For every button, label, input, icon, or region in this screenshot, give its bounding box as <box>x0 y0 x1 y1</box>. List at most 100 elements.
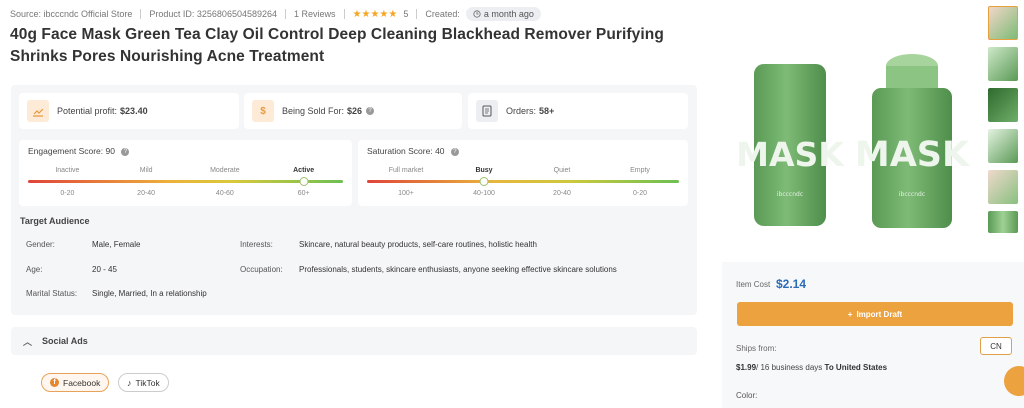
profit-label: Potential profit: <box>57 106 118 116</box>
saturation-value: 40 <box>435 146 445 156</box>
saturation-level-2: Quiet <box>553 167 571 174</box>
ships-from-country-button[interactable]: CN <box>980 337 1012 355</box>
interests-value: Skincare, natural beauty products, self-… <box>299 240 537 249</box>
created-value: a month ago <box>483 9 534 19</box>
target-audience-title: Target Audience <box>20 216 90 226</box>
engagement-range-3: 60+ <box>297 190 310 197</box>
shipping-price: $1.99 <box>736 363 757 372</box>
saturation-range-2: 20-40 <box>553 190 571 197</box>
engagement-score-title: Engagement Score: 90 ? <box>28 146 130 156</box>
marital-status-value: Single, Married, In a relationship <box>92 289 207 298</box>
dollar-icon: $ <box>252 100 274 122</box>
ships-from-label: Ships from: <box>736 344 777 353</box>
thumbnail-4[interactable] <box>988 129 1018 163</box>
tiktok-icon: ♪ <box>127 377 132 388</box>
mask-label: MASK <box>855 135 971 175</box>
shipping-days: / 16 business days <box>756 363 823 372</box>
facebook-tab[interactable]: f Facebook <box>41 373 110 392</box>
product-meta-row: Source: ibcccndc Official Store Product … <box>10 6 541 22</box>
saturation-level-1: Busy <box>475 167 493 174</box>
reviews-count[interactable]: 1 Reviews <box>294 9 336 19</box>
occupation-value: Professionals, students, skincare enthus… <box>299 265 617 274</box>
engagement-level-2: Moderate <box>210 167 240 174</box>
divider <box>416 9 418 19</box>
facebook-label: Facebook <box>63 377 101 388</box>
potential-profit-card: Potential profit: $23.40 <box>19 93 239 129</box>
saturation-range-0: 100+ <box>398 190 414 197</box>
thumbnail-1[interactable] <box>988 6 1018 40</box>
age-value: 20 - 45 <box>92 265 117 274</box>
social-ads-header[interactable]: ︿ Social Ads <box>11 327 697 355</box>
rating-stars-icon: ★★★★★ <box>352 8 398 20</box>
age-label: Age: <box>26 265 43 274</box>
sold-value: $26 <box>347 106 363 116</box>
help-icon[interactable]: ? <box>366 107 375 115</box>
orders-card: Orders: 58+ <box>468 93 688 129</box>
saturation-level-3: Empty <box>630 167 650 174</box>
engagement-score-card: Engagement Score: 90 ? Inactive 0-20 Mild 2… <box>19 140 352 206</box>
mask-label: MASK <box>738 135 845 174</box>
saturation-range-3: 0-20 <box>632 190 648 197</box>
product-id: Product ID: 3256806504589264 <box>149 9 277 19</box>
chevron-up-icon: ︿ <box>23 336 33 347</box>
receipt-icon <box>476 100 498 122</box>
sold-for-card: $ Being Sold For: $26 ? <box>244 93 462 129</box>
gender-label: Gender: <box>26 240 55 249</box>
thumbnail-strip <box>988 6 1018 240</box>
interests-label: Interests: <box>240 240 273 249</box>
engagement-level-1: Mild <box>139 167 153 174</box>
help-icon[interactable]: ? <box>450 147 459 156</box>
orders-label: Orders: <box>506 106 537 116</box>
product-main-image[interactable]: MASK ibcccndc MASK ibcccndc <box>738 46 978 246</box>
engagement-value: 90 <box>105 146 115 156</box>
orders-value: 58+ <box>539 106 555 116</box>
store-source[interactable]: Source: ibcccndc Official Store <box>10 9 132 19</box>
engagement-indicator <box>299 177 309 186</box>
saturation-range-1: 40-100 <box>473 190 495 197</box>
divider <box>140 9 142 19</box>
saturation-bar <box>367 180 679 183</box>
help-icon[interactable]: ? <box>121 147 130 156</box>
rating-value: 5 <box>403 9 409 19</box>
thumbnail-6[interactable] <box>988 211 1018 233</box>
engagement-bar <box>28 180 343 183</box>
item-cost-label: Item Cost <box>736 280 771 289</box>
sold-label: Being Sold For: <box>282 106 345 116</box>
facebook-icon: f <box>50 378 59 387</box>
engagement-label: Engagement Score: <box>28 146 104 156</box>
shipping-destination[interactable]: To United States <box>825 363 888 372</box>
buy-box: Item Cost $2.14 + Import Draft Ships fro… <box>722 262 1024 408</box>
social-ads-title: Social Ads <box>42 336 88 346</box>
engagement-level-3: Active <box>293 167 315 174</box>
divider <box>343 9 345 19</box>
engagement-range-0: 0-20 <box>60 190 75 197</box>
analysis-panel: Potential profit: $23.40 $ Being Sold Fo… <box>11 85 697 315</box>
product-title: 40g Face Mask Green Tea Clay Oil Control… <box>10 26 664 65</box>
occupation-label: Occupation: <box>240 265 283 274</box>
profit-value: $23.40 <box>120 106 148 116</box>
saturation-label: Saturation Score: <box>367 146 433 156</box>
brand-label: ibcccndc <box>899 191 925 198</box>
thumbnail-5[interactable] <box>988 170 1018 204</box>
tiktok-tab[interactable]: ♪ TikTok <box>118 373 169 392</box>
clock-icon <box>473 10 481 18</box>
thumbnail-3[interactable] <box>988 88 1018 122</box>
color-label: Color: <box>736 391 758 400</box>
saturation-indicator <box>479 177 489 186</box>
saturation-score-title: Saturation Score: 40 ? <box>367 146 459 156</box>
import-draft-label: Import Draft <box>856 309 903 319</box>
divider <box>285 9 286 19</box>
saturation-score-card: Saturation Score: 40 ? Full market 100+ Bu… <box>358 140 688 206</box>
created-badge: a month ago <box>465 7 541 21</box>
marital-status-label: Marital Status: <box>26 289 78 298</box>
engagement-level-0: Inactive <box>55 167 80 174</box>
created-label: Created: <box>425 9 460 19</box>
tiktok-label: TikTok <box>135 377 160 388</box>
chart-line-icon <box>27 100 49 122</box>
engagement-range-2: 40-60 <box>215 190 234 197</box>
import-draft-button[interactable]: + Import Draft <box>737 302 1013 326</box>
gender-value: Male, Female <box>92 240 141 249</box>
engagement-range-1: 20-40 <box>137 190 156 197</box>
thumbnail-2[interactable] <box>988 47 1018 81</box>
plus-icon: + <box>847 309 853 319</box>
